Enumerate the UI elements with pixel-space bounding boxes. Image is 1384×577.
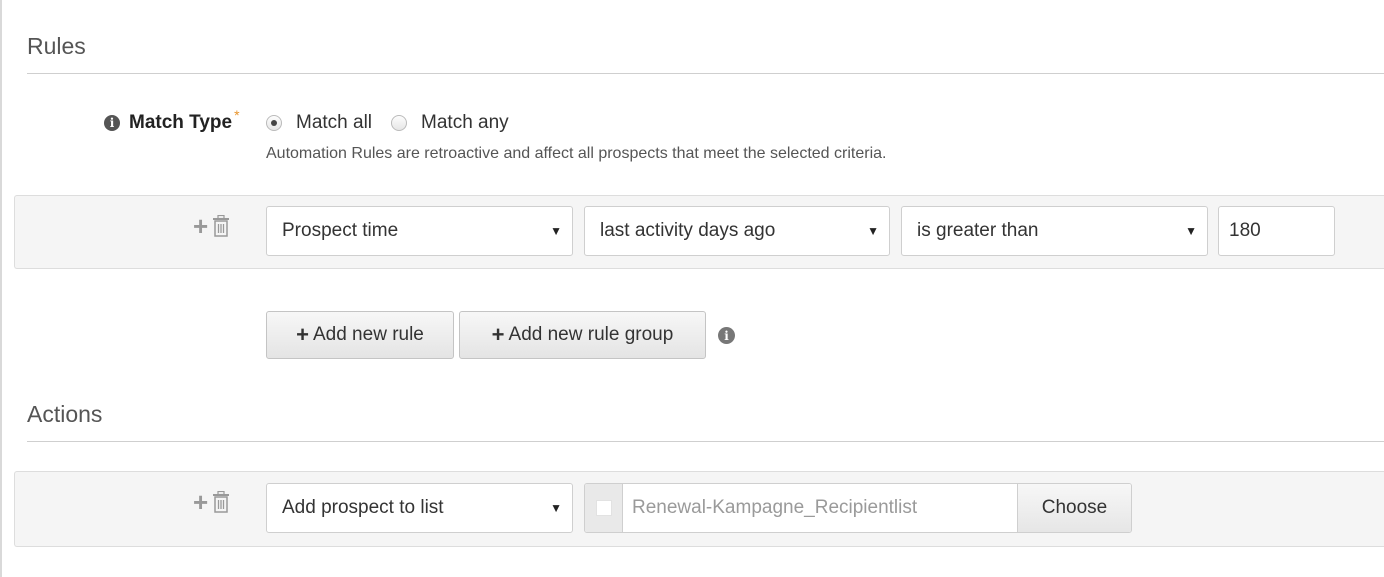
action-row-tools: + — [193, 489, 230, 515]
match-any-label[interactable]: Match any — [421, 112, 509, 134]
info-icon[interactable]: i — [104, 115, 120, 131]
choose-button[interactable]: Choose — [1018, 484, 1131, 532]
list-picker-value: Renewal-Kampagne_Recipientlist — [632, 497, 918, 518]
trash-icon[interactable] — [212, 491, 230, 513]
add-row-icon[interactable]: + — [193, 213, 208, 239]
choose-button-label: Choose — [1041, 497, 1108, 518]
rule-value-text: 180 — [1229, 220, 1261, 241]
plus-icon: + — [491, 322, 505, 347]
rule-operator-value: is greater than — [917, 220, 1039, 241]
action-type-value: Add prospect to list — [282, 497, 444, 518]
match-type-radio-group: Match all Match any — [266, 110, 509, 136]
rule-field-select[interactable]: Prospect time ▼ — [266, 206, 573, 256]
rule-value-input[interactable]: 180 — [1218, 206, 1335, 256]
match-all-option[interactable]: Match all — [266, 112, 372, 134]
match-any-option[interactable]: Match any — [391, 112, 509, 134]
page-left-border — [0, 0, 2, 577]
actions-section-divider — [27, 441, 1384, 442]
rule-attribute-select[interactable]: last activity days ago ▼ — [584, 206, 890, 256]
plus-icon: + — [296, 322, 309, 347]
match-all-label[interactable]: Match all — [296, 112, 372, 134]
rule-row-tools: + — [193, 213, 230, 239]
required-marker: * — [234, 107, 240, 123]
info-icon[interactable]: i — [718, 327, 735, 344]
match-type-label: Match Type — [129, 112, 233, 133]
match-any-radio[interactable] — [391, 115, 408, 131]
match-type-help-text: Automation Rules are retroactive and aff… — [266, 145, 887, 162]
list-picker-checkbox[interactable] — [585, 484, 623, 532]
add-new-rule-button[interactable]: + Add new rule — [266, 311, 454, 359]
match-all-radio[interactable] — [266, 115, 282, 131]
rule-operator-select[interactable]: is greater than ▼ — [901, 206, 1208, 256]
rule-attribute-value: last activity days ago — [600, 220, 776, 241]
list-picker-input[interactable]: Renewal-Kampagne_Recipientlist — [623, 484, 1018, 532]
add-new-rule-group-button[interactable]: + Add new rule group — [459, 311, 706, 359]
rules-section-title: Rules — [27, 33, 86, 59]
trash-icon[interactable] — [212, 215, 230, 237]
add-new-rule-label: Add new rule — [312, 324, 424, 345]
caret-down-icon: ▼ — [550, 224, 562, 238]
caret-down-icon: ▼ — [1185, 224, 1197, 238]
rules-section-divider — [27, 73, 1384, 74]
add-new-rule-group-label: Add new rule group — [508, 324, 674, 345]
actions-section-title: Actions — [27, 401, 103, 427]
match-type-label-group: i Match Type * — [104, 107, 240, 136]
action-type-select[interactable]: Add prospect to list ▼ — [266, 483, 573, 533]
rule-field-value: Prospect time — [282, 220, 399, 241]
caret-down-icon: ▼ — [550, 501, 562, 515]
add-row-icon[interactable]: + — [193, 489, 208, 515]
caret-down-icon: ▼ — [867, 224, 879, 238]
checkbox-box — [595, 500, 612, 516]
list-picker: Renewal-Kampagne_Recipientlist Choose — [584, 483, 1132, 533]
